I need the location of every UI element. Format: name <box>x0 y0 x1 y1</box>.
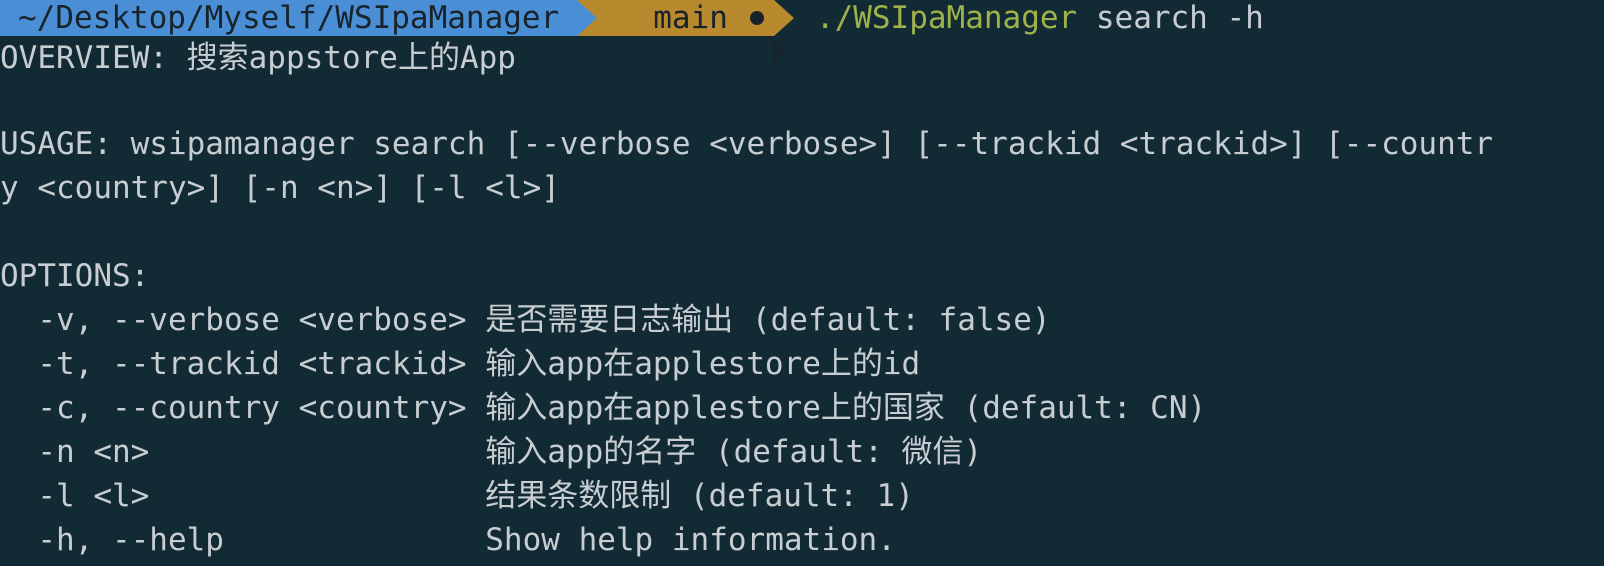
option-line: -t, --trackid <trackid> 输入app在applestore… <box>0 346 921 382</box>
typed-command: ./WSIpaManager search -h <box>794 0 1264 36</box>
git-dirty-indicator-icon <box>749 11 764 25</box>
option-line: -h, --help Show help information. <box>0 522 896 558</box>
option-line: -v, --verbose <verbose> 是否需要日志输出 (defaul… <box>0 302 1051 338</box>
prompt-separator <box>577 0 598 36</box>
option-line: -l <l> 结果条数限制 (default: 1) <box>0 478 914 514</box>
prompt-end-arrow <box>773 0 794 36</box>
usage-line-1: USAGE: wsipamanager search [--verbose <v… <box>0 126 1494 162</box>
terminal-window[interactable]: ~/Desktop/Myself/WSIpaManager main ./WSI… <box>0 0 1604 566</box>
shell-prompt: ~/Desktop/Myself/WSIpaManager main ./WSI… <box>0 0 1264 66</box>
usage-line-2: y <country>] [-n <n>] [-l <l>] <box>0 170 560 206</box>
prompt-path: ~/Desktop/Myself/WSIpaManager <box>0 0 578 36</box>
command-arguments: search -h <box>1077 0 1264 36</box>
overview-line: OVERVIEW: 搜索appstore上的App <box>0 40 516 76</box>
git-branch-icon <box>621 4 785 66</box>
git-branch-name: main <box>653 0 728 36</box>
prompt-git-segment: main <box>597 0 785 66</box>
option-line: -c, --country <country> 输入app在applestore… <box>0 390 1207 426</box>
command-binary: ./WSIpaManager <box>815 0 1078 36</box>
option-line: -n <n> 输入app的名字 (default: 微信) <box>0 434 983 470</box>
options-header: OPTIONS: <box>0 258 150 294</box>
